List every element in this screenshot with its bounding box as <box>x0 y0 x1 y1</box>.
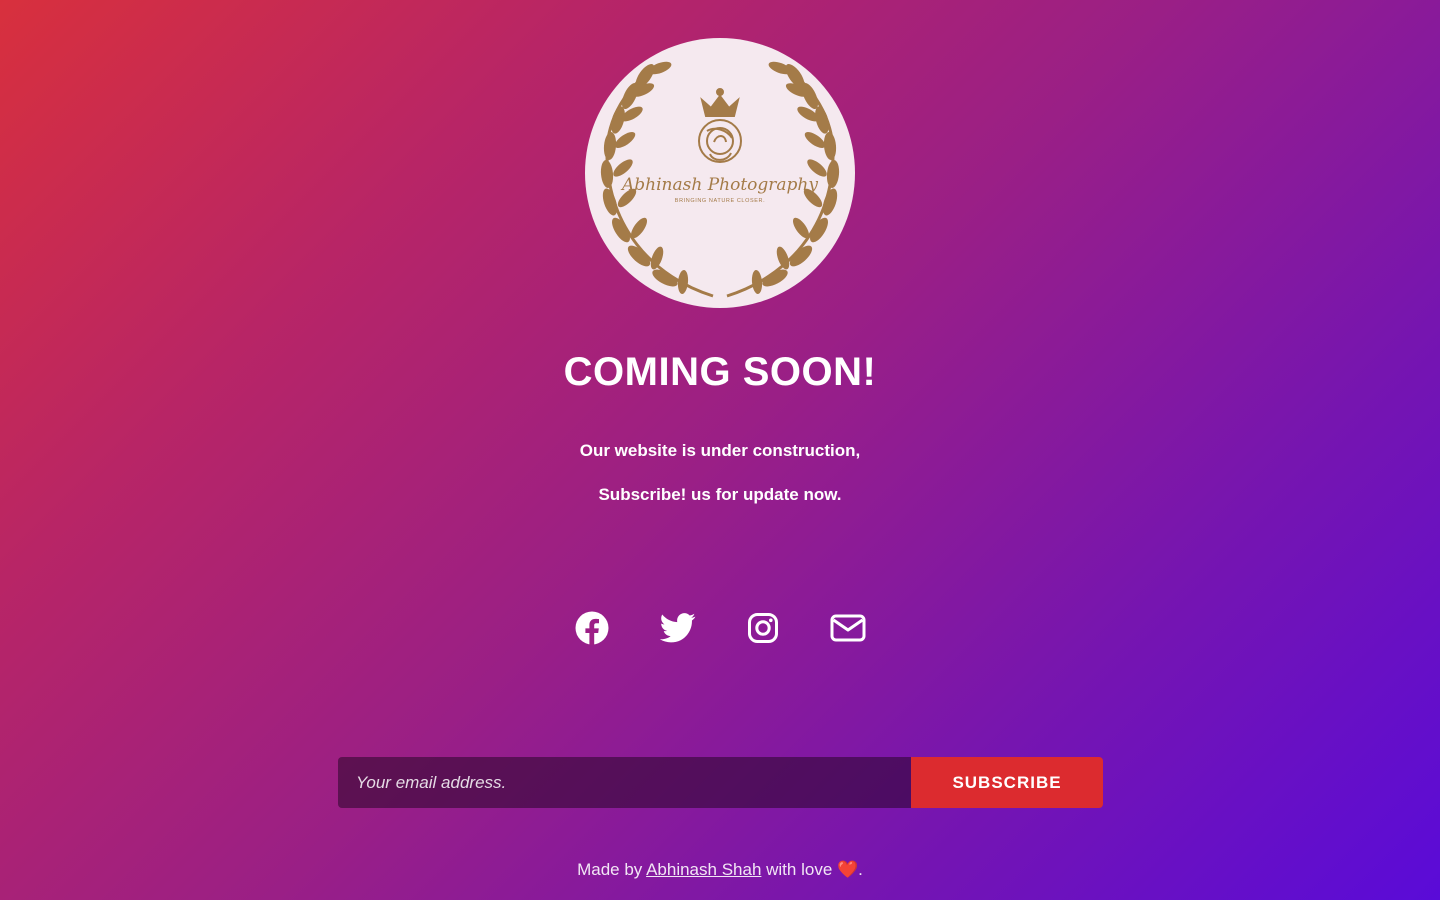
twitter-icon <box>660 613 696 643</box>
brand-logo: Abhinash Photography BRINGING NATURE CLO… <box>585 38 855 308</box>
logo-tagline: BRINGING NATURE CLOSER. <box>675 198 765 204</box>
facebook-icon <box>575 611 609 645</box>
envelope-icon <box>830 614 866 642</box>
footer-prefix: Made by <box>577 860 647 879</box>
subscribe-form: SUBSCRIBE <box>338 757 1103 808</box>
subtitle-line-1: Our website is under construction, <box>579 441 861 460</box>
page-title: COMING SOON! <box>563 350 877 394</box>
instagram-icon <box>748 613 778 643</box>
email-link[interactable] <box>829 610 867 646</box>
email-input[interactable] <box>338 757 911 808</box>
footer-credit: Made by Abhinash Shah with love ❤️. <box>0 860 1440 880</box>
logo-brand-text: Abhinash Photography <box>620 175 818 195</box>
author-link[interactable]: Abhinash Shah <box>646 860 761 879</box>
subtitle-line-2: Subscribe! us for update now. <box>598 485 842 504</box>
footer-end: . <box>858 860 863 879</box>
heart-icon: ❤️ <box>837 860 859 879</box>
twitter-link[interactable] <box>659 610 697 646</box>
footer-suffix: with love <box>761 860 837 879</box>
subscribe-button[interactable]: SUBSCRIBE <box>911 757 1103 808</box>
facebook-link[interactable] <box>573 610 611 646</box>
instagram-link[interactable] <box>744 610 782 646</box>
